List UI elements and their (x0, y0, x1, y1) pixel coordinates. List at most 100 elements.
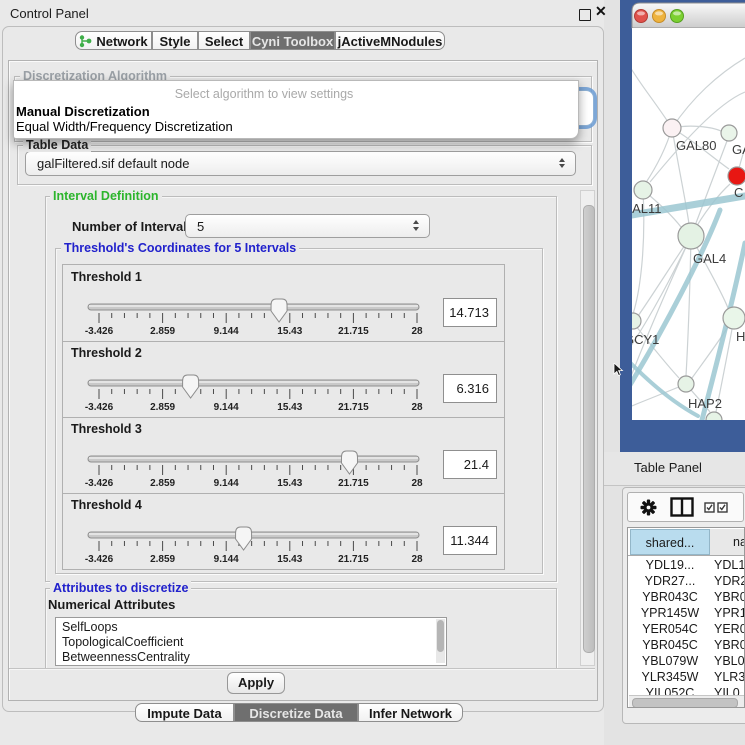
node-label: H (736, 329, 745, 344)
tab-style[interactable]: Style (152, 31, 198, 50)
threshold-1-value-field[interactable]: 14.713 (443, 298, 497, 327)
float-window-icon[interactable] (579, 9, 591, 21)
threshold-slider[interactable]: -3.4262.8599.14415.4321.71528 (63, 265, 435, 341)
network-node-gal80[interactable] (663, 119, 681, 137)
network-icon (79, 34, 92, 48)
cell-name[interactable]: YPR1 (714, 605, 745, 621)
node-label: GA (732, 142, 745, 157)
cell-shared-name[interactable]: YLR345W (630, 669, 710, 685)
column-header-shared-name[interactable]: shared... (630, 529, 710, 555)
slider-thumb[interactable] (183, 375, 199, 398)
tick-label: 9.144 (214, 326, 239, 337)
gear-icon[interactable] (640, 499, 657, 516)
cell-shared-name[interactable]: YER054C (630, 621, 710, 637)
network-window-titlebar[interactable] (632, 3, 745, 28)
table-row[interactable]: YBR045CYBR0 (628, 637, 745, 653)
tab-jactivemnodules[interactable]: jActiveMNodules (335, 31, 445, 50)
panel-scrollbar[interactable] (580, 190, 595, 666)
tab-cyni-toolbox[interactable]: Cyni Toolbox (250, 31, 335, 50)
cell-name[interactable]: YER0 (714, 621, 745, 637)
table-toolbar (627, 492, 744, 522)
tick-label: 2.859 (150, 478, 175, 489)
numerical-attributes-label: Numerical Attributes (48, 597, 175, 612)
node-attribute-table[interactable]: shared... na YDL19...YDL1YDR27...YDR2YBR… (627, 527, 745, 708)
slider-thumb[interactable] (271, 299, 287, 322)
table-row[interactable]: YDR27...YDR2 (628, 573, 745, 589)
network-node-hap2[interactable] (678, 376, 694, 392)
tab-network[interactable]: Network (75, 31, 152, 50)
slider-thumb[interactable] (341, 451, 357, 474)
threshold-3-value-field[interactable]: 21.4 (443, 450, 497, 479)
slider-thumb[interactable] (236, 527, 252, 550)
cell-shared-name[interactable]: YDR27... (630, 573, 710, 589)
network-node-gal4[interactable] (678, 223, 704, 249)
network-node-h[interactable] (723, 307, 745, 329)
network-node-ga[interactable] (721, 125, 737, 141)
threshold-1-row: Threshold 1-3.4262.8599.14415.4321.71528… (63, 265, 504, 342)
column-header-name[interactable]: na (710, 529, 745, 555)
cell-name[interactable]: YDR2 (714, 573, 745, 589)
tick-label: -3.426 (85, 326, 114, 337)
number-of-intervals-select[interactable]: 5 (185, 214, 430, 238)
dropdown-item-equal-width-frequency[interactable]: Equal Width/Frequency Discretization (16, 119, 233, 134)
table-row[interactable]: YPR145WYPR1 (628, 605, 745, 621)
tick-label: 28 (411, 478, 423, 489)
algorithm-dropdown-popup: Select algorithm to view settings Manual… (13, 80, 579, 139)
tick-label: -3.426 (85, 478, 114, 489)
spinner-arrows-icon (559, 158, 567, 170)
dropdown-item-manual-discretization[interactable]: Manual Discretization (16, 104, 150, 119)
network-view-window[interactable]: GAL80GACGAL11GAL4GCY1HHAP2 (620, 0, 745, 452)
list-item[interactable]: BetweennessCentrality (62, 650, 190, 664)
table-row[interactable]: YLR345WYLR3 (628, 669, 745, 685)
list-item[interactable]: TopologicalCoefficient (62, 635, 183, 649)
numerical-attributes-list[interactable]: SelfLoops TopologicalCoefficient Between… (55, 617, 447, 666)
interval-definition-label: Interval Definition (50, 189, 162, 203)
spinner-arrows-icon (413, 220, 421, 232)
cell-name[interactable]: YBR0 (714, 637, 745, 653)
checkbox-icon[interactable] (717, 502, 728, 513)
network-node-c[interactable] (728, 167, 745, 185)
table-row[interactable]: YDL19...YDL1 (628, 557, 745, 573)
application-window: Control Panel ✕ NetworkStyleSelectCyni T… (0, 0, 745, 745)
cell-shared-name[interactable]: YBR045C (630, 637, 710, 653)
threshold-slider[interactable]: -3.4262.8599.14415.4321.71528 (63, 417, 435, 493)
tick-label: 9.144 (214, 478, 239, 489)
threshold-slider[interactable]: -3.4262.8599.14415.4321.71528 (63, 341, 435, 417)
list-item[interactable]: SelfLoops (62, 620, 118, 634)
tab-infer-network[interactable]: Infer Network (358, 703, 463, 722)
scrollbar-thumb[interactable] (583, 205, 595, 653)
tab-impute-data[interactable]: Impute Data (135, 703, 234, 722)
threshold-2-value-field[interactable]: 6.316 (443, 374, 497, 403)
tab-discretize-data[interactable]: Discretize Data (234, 703, 358, 722)
control-panel-titlebar: Control Panel ✕ (0, 0, 604, 26)
table-horizontal-scrollbar[interactable] (629, 695, 744, 708)
cell-shared-name[interactable]: YBL079W (630, 653, 710, 669)
tab-select[interactable]: Select (198, 31, 250, 50)
scrollbar-thumb[interactable] (632, 698, 738, 708)
cell-shared-name[interactable]: YDL19... (630, 557, 710, 573)
cell-name[interactable]: YBL0 (714, 653, 745, 669)
panel-title: Control Panel (10, 6, 89, 21)
table-row[interactable]: YBR043CYBR0 (628, 589, 745, 605)
tick-label: -3.426 (85, 402, 114, 413)
apply-button[interactable]: Apply (227, 672, 285, 694)
cell-shared-name[interactable]: YBR043C (630, 589, 710, 605)
threshold-slider[interactable]: -3.4262.8599.14415.4321.71528 (63, 493, 435, 569)
table-row[interactable]: YBL079WYBL0 (628, 653, 745, 669)
cell-shared-name[interactable]: YPR145W (630, 605, 710, 621)
network-node-gal11[interactable] (634, 181, 652, 199)
tick-label: 28 (411, 554, 423, 565)
tick-label: 21.715 (338, 478, 369, 489)
threshold-4-value-field[interactable]: 11.344 (443, 526, 497, 555)
cell-name[interactable]: YBR0 (714, 589, 745, 605)
close-icon[interactable]: ✕ (595, 3, 607, 20)
table-row[interactable]: YER054CYER0 (628, 621, 745, 637)
checkbox-icon[interactable] (704, 502, 715, 513)
table-data-select[interactable]: galFiltered.sif default node (25, 151, 576, 176)
split-view-icon[interactable] (670, 497, 694, 518)
cell-name[interactable]: YLR3 (714, 669, 745, 685)
tick-label: 15.43 (277, 554, 302, 565)
list-scrollbar[interactable] (436, 619, 445, 663)
cell-name[interactable]: YDL1 (714, 557, 745, 573)
tick-label: 15.43 (277, 326, 302, 337)
